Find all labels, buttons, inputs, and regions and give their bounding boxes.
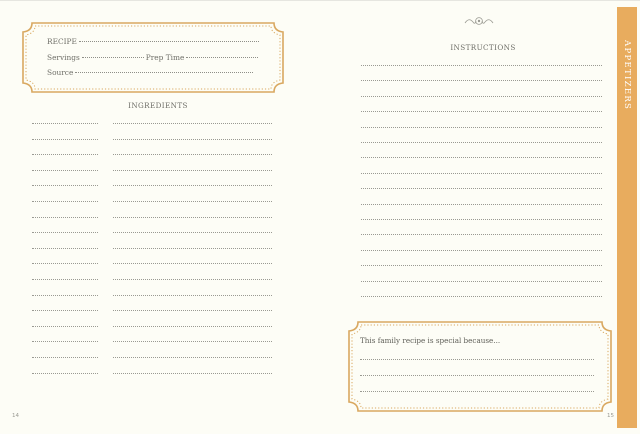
- ingredient-item-line: [113, 247, 272, 249]
- ingredient-qty-line: [32, 310, 98, 312]
- special-note-line: [360, 375, 594, 376]
- ingredients-title: INGREDIENTS: [128, 101, 188, 110]
- page-number-left: 14: [12, 413, 19, 419]
- special-card-frame: [348, 321, 612, 412]
- flourish-ornament-icon: [463, 13, 495, 32]
- recipe-label: RECIPE: [47, 37, 77, 46]
- ingredient-item-line: [113, 123, 272, 124]
- prep-time-label: Prep Time: [145, 53, 185, 62]
- ingredient-item-line: [113, 154, 272, 156]
- instruction-line: [361, 157, 602, 159]
- instruction-line: [361, 95, 602, 97]
- ingredient-qty-line: [32, 216, 98, 218]
- source-blank: [75, 72, 254, 73]
- ingredient-qty-line: [32, 169, 98, 171]
- prep-time-blank: [186, 57, 259, 58]
- ingredient-item-line: [113, 263, 272, 265]
- top-border: [0, 0, 640, 1]
- special-prompt: This family recipe is special because...: [360, 336, 501, 345]
- ingredient-qty-line: [32, 232, 98, 234]
- source-label: Source: [47, 68, 74, 77]
- servings-blank: [81, 57, 144, 58]
- recipe-name-line: RECIPE: [47, 37, 259, 46]
- ingredient-qty-line: [32, 279, 98, 280]
- instruction-line: [361, 280, 602, 282]
- instruction-line: [361, 203, 602, 205]
- recipe-name-blank: [78, 41, 259, 42]
- ingredient-qty-line: [32, 357, 98, 358]
- ingredient-qty-line: [32, 201, 98, 202]
- instruction-line: [361, 111, 602, 113]
- servings-prep-line: Servings Prep Time: [47, 53, 259, 62]
- special-note-line: [360, 391, 594, 392]
- ingredient-qty-line: [32, 294, 98, 296]
- instructions-title: INSTRUCTIONS: [450, 43, 516, 52]
- ingredient-item-line: [113, 232, 272, 234]
- servings-label: Servings: [47, 53, 80, 62]
- instruction-line: [361, 80, 602, 82]
- ingredient-item-line: [113, 185, 272, 187]
- instruction-line: [361, 249, 602, 251]
- ingredient-qty-line: [32, 123, 98, 124]
- page-number-right: 15: [607, 413, 614, 419]
- ingredient-item-line: [113, 357, 272, 358]
- special-note-line: [360, 359, 594, 360]
- instruction-line: [361, 188, 602, 190]
- instruction-line: [361, 234, 602, 236]
- ingredient-item-line: [113, 310, 272, 312]
- ingredient-item-line: [113, 216, 272, 218]
- ingredient-qty-line: [32, 185, 98, 187]
- recipe-info-card: RECIPE Servings Prep Time Source: [22, 22, 284, 93]
- source-line: Source: [47, 68, 254, 77]
- ingredient-item-line: [113, 138, 272, 140]
- ingredient-item-line: [113, 169, 272, 171]
- ingredient-qty-line: [32, 341, 98, 343]
- ingredient-item-line: [113, 294, 272, 296]
- ingredient-qty-line: [32, 247, 98, 249]
- instruction-line: [361, 172, 602, 174]
- ingredient-qty-line: [32, 154, 98, 156]
- instruction-line: [361, 219, 602, 220]
- ingredient-qty-line: [32, 372, 98, 374]
- instruction-line: [361, 65, 602, 66]
- instruction-line: [361, 296, 602, 297]
- instruction-line: [361, 265, 602, 267]
- tab-label: APPETIZERS: [622, 40, 632, 111]
- ingredient-item-line: [113, 201, 272, 202]
- special-note-card: This family recipe is special because...: [348, 321, 612, 412]
- ingredient-item-line: [113, 279, 272, 280]
- ingredient-item-line: [113, 372, 272, 374]
- ingredient-qty-line: [32, 138, 98, 140]
- ingredient-item-line: [113, 325, 272, 327]
- instruction-line: [361, 126, 602, 128]
- ingredient-qty-line: [32, 263, 98, 265]
- ingredient-qty-line: [32, 325, 98, 327]
- ingredient-item-line: [113, 341, 272, 343]
- section-tab: APPETIZERS: [617, 7, 637, 428]
- instruction-line: [361, 142, 602, 143]
